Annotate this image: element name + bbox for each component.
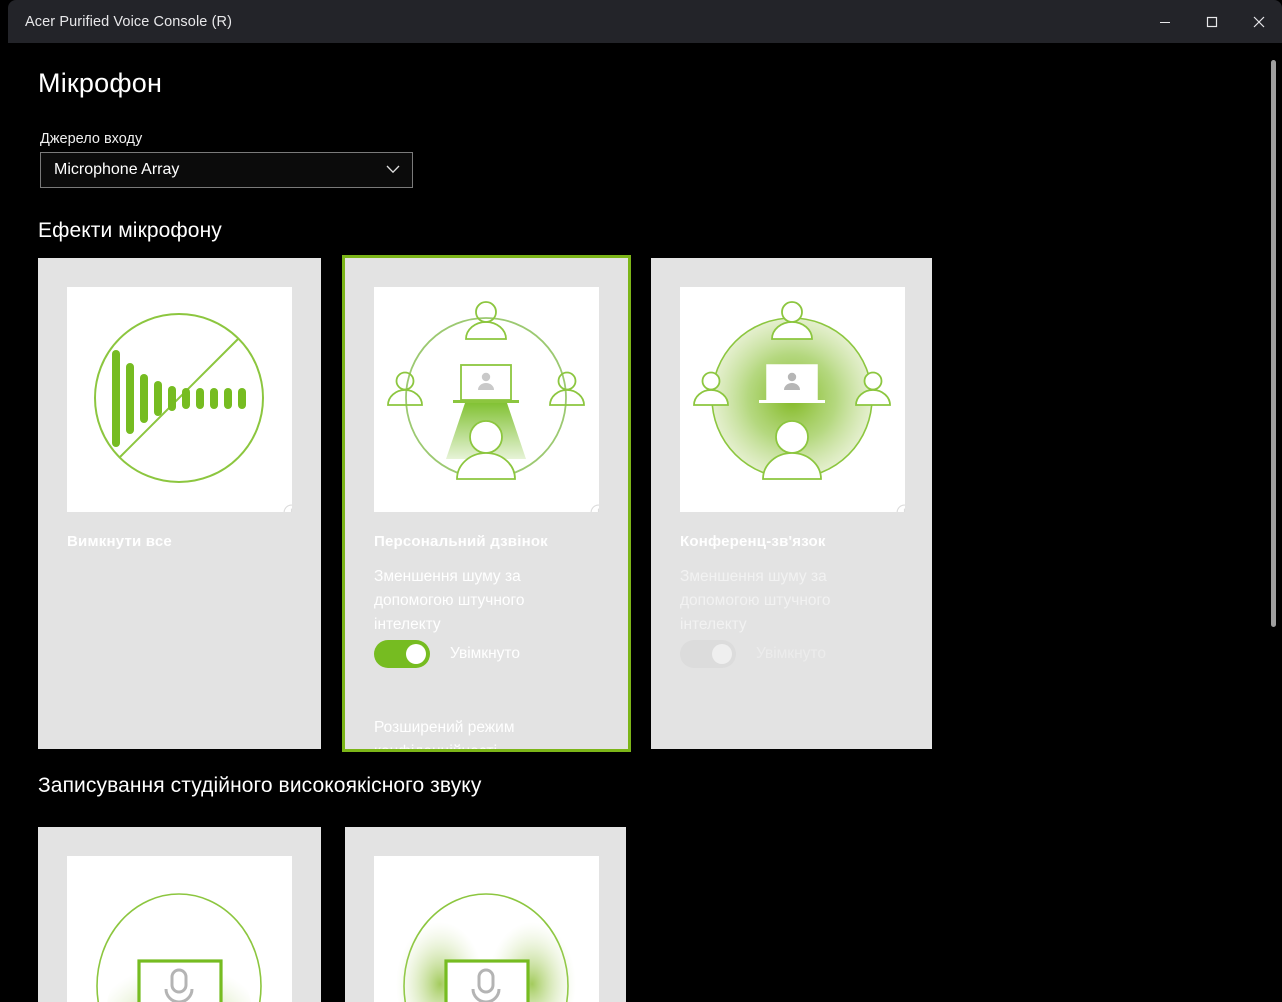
input-source-dropdown[interactable]: Microphone Array [40,152,413,188]
personal-call-icon [387,301,585,480]
privacy-mode-label: Розширений режим конфіденційності [374,719,515,749]
noise-reduction-toggle-row: Увімкнуто [680,640,826,668]
input-source-value: Microphone Array [54,161,180,178]
section-heading-studio: Записування студійного високоякісного зв… [38,774,482,797]
noise-reduction-toggle[interactable] [680,640,736,668]
page-title: Мікрофон [38,68,163,98]
conference-call-icon [693,301,891,480]
card-title: Конференц-зв'язок [680,533,826,550]
effect-card-conference-call[interactable]: Конференц-зв'язок Зменшення шуму за допо… [651,258,932,749]
close-icon [1253,16,1264,27]
noise-reduction-toggle-label: Увімкнуто [756,645,826,662]
window-title: Acer Purified Voice Console (R) [25,13,232,30]
close-button[interactable] [1235,0,1282,43]
studio-mic-cardioid-icon [96,893,262,1002]
window-controls [1141,0,1282,43]
card-description: Зменшення шуму за допомогою штучного інт… [374,568,525,633]
card-title: Персональний дзвінок [374,533,548,550]
studio-card-cardioid[interactable] [38,827,321,1002]
effect-card-personal-call[interactable]: Персональний дзвінок Зменшення шуму за д… [342,255,631,752]
card-image [67,856,292,1002]
card-description: Зменшення шуму за допомогою штучного інт… [680,568,831,633]
noise-reduction-toggle-row: Увімкнуто [374,640,520,668]
scrollbar-thumb[interactable] [1271,60,1276,627]
studio-card-bidirectional[interactable] [345,827,626,1002]
card-title: Вимкнути все [67,533,172,550]
minimize-icon [1159,21,1170,23]
card-image [374,856,599,1002]
card-image [374,287,599,512]
chevron-down-icon [386,161,400,179]
section-heading-effects: Ефекти мікрофону [38,219,222,242]
muted-waveform-icon [94,313,264,483]
main-content: Мікрофон Джерело входу Microphone Array … [0,43,1282,1002]
noise-reduction-toggle-label: Увімкнуто [450,645,520,662]
studio-mic-bidirectional-icon [396,893,576,1002]
minimize-button[interactable] [1141,0,1188,43]
card-image [67,287,292,512]
input-source-label: Джерело входу [40,131,143,147]
app-window: Acer Purified Voice Console (R) Мікрофон [0,0,1282,1002]
noise-reduction-toggle[interactable] [374,640,430,668]
effect-card-mute-all[interactable]: Вимкнути все [38,258,321,749]
title-bar: Acer Purified Voice Console (R) [8,0,1282,43]
maximize-button[interactable] [1188,0,1235,43]
card-image [680,287,905,512]
maximize-icon [1206,16,1217,27]
